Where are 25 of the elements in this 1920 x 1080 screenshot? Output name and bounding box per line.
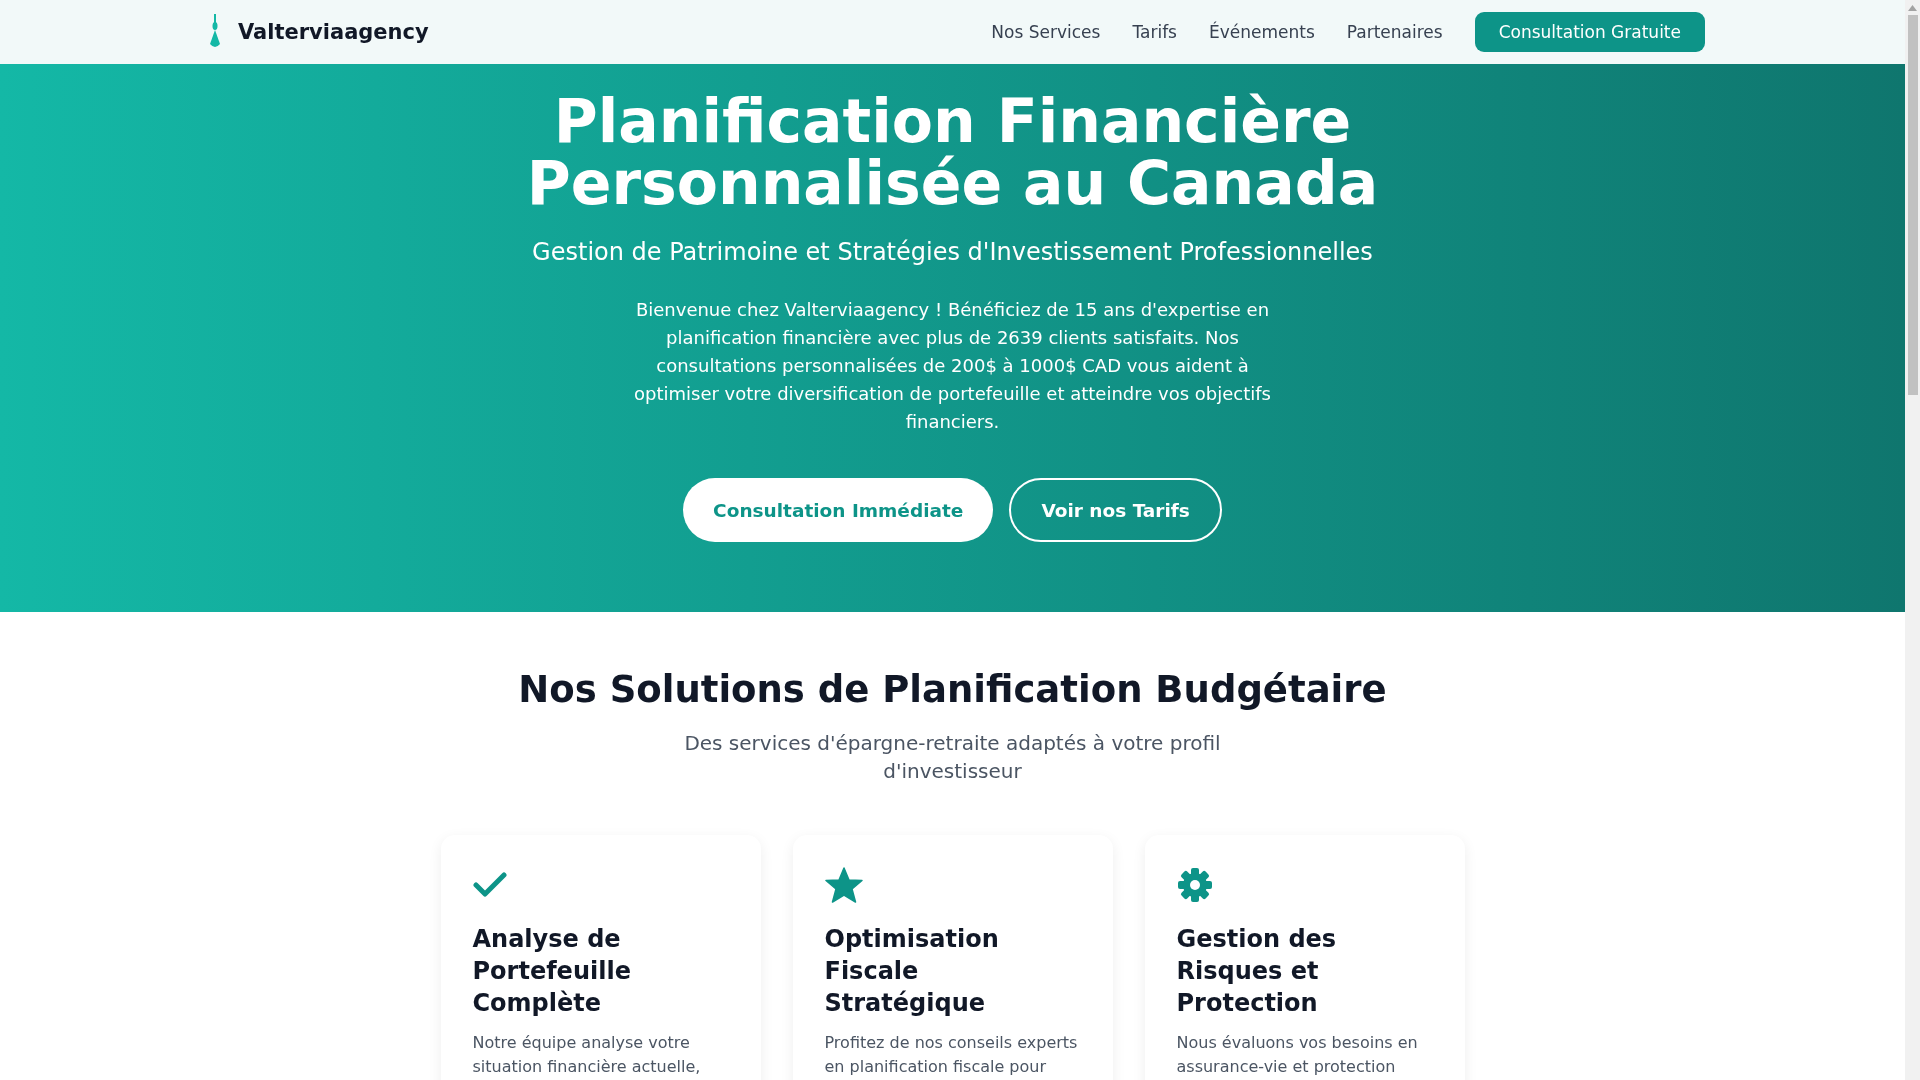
star-icon xyxy=(824,867,863,903)
consultation-button[interactable]: Consultation Immédiate xyxy=(683,478,994,542)
card-text: Nous évaluons vos besoins en assurance-vie et protection xyxy=(1176,1032,1419,1078)
scrollbar[interactable] xyxy=(1905,0,1920,1080)
nav-link[interactable]: Nos Services xyxy=(991,22,1101,42)
consultation-button[interactable]: Consultation Gratuite xyxy=(1474,12,1705,52)
scroll-up-icon[interactable] xyxy=(1908,5,1917,11)
hero-title: Planification Financière Personnalisée au Canada xyxy=(526,90,1379,214)
section-title: Nos Solutions de Planification Budgétaire xyxy=(517,668,1388,711)
card-title: Gestion des Risques et Protection xyxy=(1176,924,1338,1019)
logo-icon xyxy=(208,14,222,50)
brand-name[interactable]: Valterviaagency xyxy=(238,20,429,44)
nav-link[interactable]: Tarifs xyxy=(1132,22,1177,42)
scrollbar-thumb[interactable] xyxy=(1907,15,1918,395)
gear-icon xyxy=(1176,867,1213,903)
card-title: Analyse de Portefeuille Complète xyxy=(472,924,632,1019)
hero-subtitle: Gestion de Patrimoine et Stratégies d'Investissement Professionnelles xyxy=(532,238,1373,266)
pricing-button[interactable]: Voir nos Tarifs xyxy=(1009,478,1222,542)
card-text: Notre équipe analyse votre situation financière actuelle, xyxy=(472,1032,702,1078)
nav-link[interactable]: Partenaires xyxy=(1346,22,1443,42)
card-title: Optimisation Fiscale Stratégique xyxy=(824,924,1000,1019)
nav-link[interactable]: Événements xyxy=(1209,22,1315,42)
hero-intro: Bienvenue chez Valterviaagency ! Bénéficiez de 15 ans d'expertise en planification financière avec plus de 2639 clients satisfaits. Nos consultations personnalisées de 200$ à 1000$ CAD vous aident à optimiser votre diversification de portefeuille et atteindre vos objectifs financiers. xyxy=(633,298,1272,434)
card-text: Profitez de nos conseils experts en planification fiscale pour xyxy=(824,1032,1079,1078)
section-subtitle: Des services d'épargne-retraite adaptés à votre profil d'investisseur xyxy=(683,730,1222,785)
